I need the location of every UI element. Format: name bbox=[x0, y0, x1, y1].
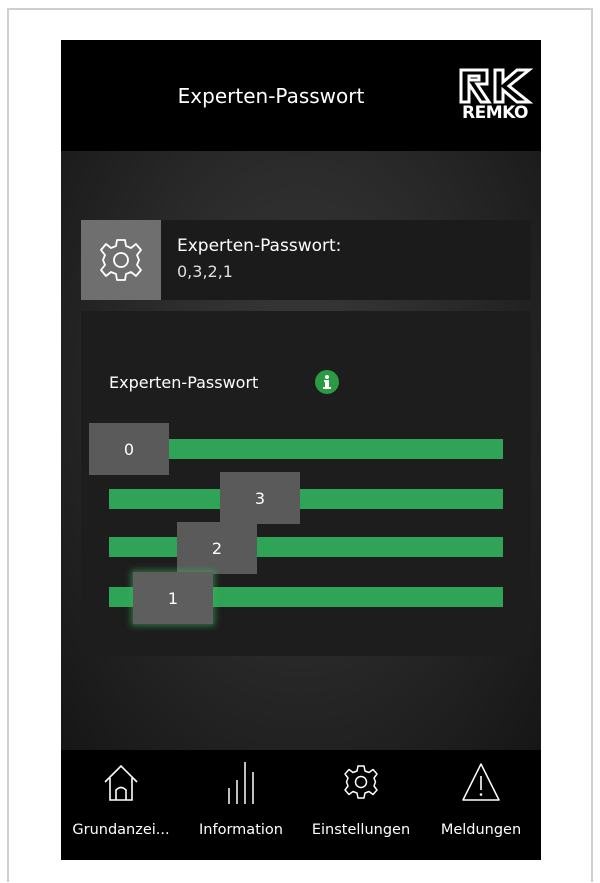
device-screen: Experten-Passwort REMKO Experten-Passwor… bbox=[61, 40, 541, 860]
info-title: Experten-Passwort: bbox=[177, 236, 342, 256]
gear-icon bbox=[344, 765, 378, 799]
warning-icon bbox=[462, 763, 500, 801]
nav-label-settings: Einstellungen bbox=[311, 822, 411, 838]
bars-icon bbox=[228, 762, 254, 804]
nav-label-home: Grundanzei... bbox=[72, 822, 170, 838]
nav-item-messages[interactable]: Meldungen bbox=[421, 750, 541, 860]
remko-logo: REMKO bbox=[457, 68, 534, 126]
slider-track-1[interactable] bbox=[169, 439, 503, 459]
bottom-nav: Grundanzei... Information Einstellungen bbox=[61, 750, 541, 860]
home-icon bbox=[104, 764, 138, 801]
logo-mark bbox=[459, 68, 534, 104]
header: Experten-Passwort REMKO bbox=[61, 40, 541, 151]
page-title: Experten-Passwort bbox=[177, 84, 365, 108]
slider-knob-3[interactable]: 2 bbox=[177, 522, 257, 574]
slider-track-2[interactable] bbox=[109, 489, 503, 509]
slider-track-3[interactable] bbox=[109, 537, 503, 557]
slider-knob-4[interactable]: 1 bbox=[133, 572, 213, 624]
gear-icon bbox=[100, 239, 142, 281]
nav-label-messages: Meldungen bbox=[440, 822, 522, 838]
gear-tile bbox=[81, 220, 161, 300]
panel-label: Experten-Passwort bbox=[109, 373, 259, 392]
main-content: Experten-Passwort: 0,3,2,1 Experten-Pass… bbox=[61, 151, 541, 750]
info-icon[interactable] bbox=[315, 370, 339, 394]
nav-label-information: Information bbox=[199, 822, 283, 838]
nav-item-home[interactable]: Grundanzei... bbox=[61, 750, 181, 860]
slider-knob-2[interactable]: 3 bbox=[220, 472, 300, 524]
slider-knob-1[interactable]: 0 bbox=[89, 423, 169, 475]
nav-item-settings[interactable]: Einstellungen bbox=[301, 750, 421, 860]
password-info-card: Experten-Passwort: 0,3,2,1 bbox=[81, 220, 531, 300]
password-panel: Experten-Passwort 0 3 2 1 bbox=[81, 311, 531, 656]
nav-item-information[interactable]: Information bbox=[181, 750, 301, 860]
info-glyph-icon bbox=[323, 375, 331, 389]
info-value: 0,3,2,1 bbox=[177, 262, 233, 281]
logo-text: REMKO bbox=[462, 103, 528, 123]
